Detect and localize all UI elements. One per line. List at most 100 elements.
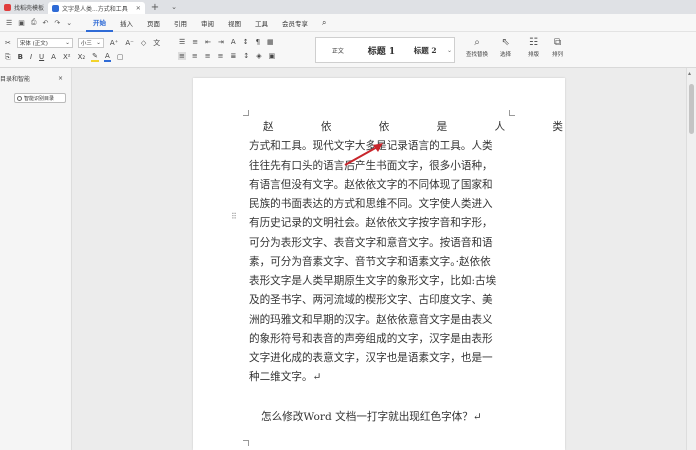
- scroll-up-icon[interactable]: ▴: [688, 70, 691, 77]
- underline-icon[interactable]: U: [38, 53, 45, 61]
- shrink-font-icon[interactable]: A⁻: [124, 39, 134, 47]
- document-icon: [52, 4, 60, 12]
- text-line: 文字进化成的表意文字，汉字也是语素文字，也是一: [249, 352, 493, 364]
- style-heading-2[interactable]: 标题 2: [403, 45, 447, 56]
- text-line: 有历史记录的文明社会。赵依依文字按字音和字形，: [249, 217, 493, 230]
- sort-icon[interactable]: ↕: [242, 38, 250, 46]
- smart-toc-label: 智能识别目录: [24, 95, 55, 102]
- phonetic-icon[interactable]: 文: [152, 38, 161, 48]
- italic-icon[interactable]: I: [29, 53, 33, 61]
- menu-insert[interactable]: 插入: [113, 14, 140, 32]
- title-char: 人: [494, 121, 506, 133]
- distribute-icon[interactable]: ≣: [230, 52, 238, 60]
- table-icon[interactable]: ▦: [266, 38, 275, 46]
- show-marks-icon[interactable]: ¶: [255, 38, 261, 46]
- ribbon-font-row: ✂ 宋体 (正文) ⌄ 小三 ⌄ A⁺ A⁻ ◇ 文: [4, 38, 161, 48]
- navigation-panel: 目录和智能 × 智能识别目录: [0, 68, 72, 450]
- text-line: 民族的书面表达的方式和思维不同。文字使人类进入: [249, 198, 493, 210]
- document-title-line: 赵 依 依 是 人 类: [263, 118, 563, 137]
- paste-icon[interactable]: ⎘: [4, 53, 12, 62]
- decrease-indent-icon[interactable]: ⇤: [204, 38, 212, 46]
- char-border-icon[interactable]: ▢: [116, 53, 125, 61]
- font-name-select[interactable]: 宋体 (正文) ⌄: [16, 38, 73, 48]
- search-icon[interactable]: ⌕: [315, 14, 333, 32]
- clear-format-icon[interactable]: ◇: [140, 39, 147, 47]
- redo-icon[interactable]: ↷: [54, 19, 60, 27]
- text-line: 可分为表形文字、表音文字和意音文字。按语音和语: [249, 236, 493, 249]
- margin-mark-top-left: [243, 110, 249, 116]
- justify-icon[interactable]: ≡: [217, 52, 225, 60]
- tab-template[interactable]: 找稻壳模板: [0, 1, 48, 13]
- numbered-list-icon[interactable]: ≡: [191, 38, 199, 46]
- undo-icon[interactable]: ↶: [43, 19, 49, 27]
- arrow-shaft: [344, 145, 380, 166]
- smart-toc-button[interactable]: 智能识别目录: [14, 93, 66, 103]
- font-size-select[interactable]: 小三 ⌄: [77, 38, 104, 48]
- style-heading-1[interactable]: 标题 1: [360, 44, 404, 57]
- text-line: 的象形符号和表音的声旁组成的文字，汉字是由表形: [249, 332, 493, 345]
- document-page[interactable]: ⠿ 赵 依 依 是 人 类 方式和工具。现代文字大多是记录语言的工具。人类 往往…: [193, 78, 565, 450]
- paragraph-drag-handle-icon[interactable]: ⠿: [231, 212, 237, 221]
- highlight-icon[interactable]: ✎: [91, 52, 100, 62]
- tab-dropdown-icon[interactable]: ⌄: [165, 3, 183, 11]
- close-icon[interactable]: ×: [58, 75, 63, 82]
- subscript-icon[interactable]: X₂: [77, 53, 87, 61]
- chinese-layout-icon[interactable]: A: [230, 38, 237, 46]
- layout-icon: ☷: [529, 37, 538, 48]
- strikethrough-icon[interactable]: A: [50, 53, 57, 61]
- menu-home[interactable]: 开始: [86, 14, 113, 32]
- ribbon-align-row: ≡ ≡ ≡ ≡ ≣ ↕ ◈ ▣: [178, 52, 276, 60]
- text-line: 素，可分为音素文字、音节文字和语素文字。·赵依依: [249, 255, 491, 268]
- style-gallery-more-icon[interactable]: ⌄: [447, 47, 454, 54]
- bold-icon[interactable]: B: [17, 53, 24, 61]
- menu-icon[interactable]: ☰: [6, 19, 12, 27]
- menu-review[interactable]: 审阅: [194, 14, 221, 32]
- text-line: 表形文字是人类早期原生文字的象形文字，比如:古埃: [249, 275, 497, 287]
- new-tab-button[interactable]: +: [145, 2, 165, 13]
- title-char: 依: [378, 121, 390, 133]
- more-icon[interactable]: ⌄: [66, 19, 72, 27]
- ribbon-paragraph-row: ☰ ≡ ⇤ ⇥ A ↕ ¶ ▦: [178, 38, 275, 46]
- tab-template-label: 找稻壳模板: [14, 4, 45, 12]
- select-button[interactable]: ⇖ 选择: [500, 36, 511, 58]
- scrollbar-thumb[interactable]: [689, 84, 694, 134]
- print-icon[interactable]: ⎙: [31, 18, 37, 27]
- increase-indent-icon[interactable]: ⇥: [217, 38, 225, 46]
- menu-member[interactable]: 会员专享: [275, 14, 315, 32]
- ribbon-format-row: ⎘ B I U A X² X₂ ✎ A ▢: [4, 52, 124, 62]
- margin-mark-bottom-left: [243, 440, 249, 446]
- menu-tools[interactable]: 工具: [248, 14, 275, 32]
- shading-icon[interactable]: ◈: [255, 52, 262, 60]
- border-icon[interactable]: ▣: [268, 52, 277, 60]
- save-icon[interactable]: ▣: [18, 19, 25, 27]
- menu-view[interactable]: 视图: [221, 14, 248, 32]
- wps-logo-icon: [4, 3, 11, 11]
- font-color-icon[interactable]: A: [104, 52, 111, 62]
- layout-button[interactable]: ☷ 排版: [528, 36, 539, 58]
- vertical-scrollbar[interactable]: ▴: [686, 68, 696, 450]
- chevron-down-icon: ⌄: [96, 40, 101, 46]
- align-center-icon[interactable]: ≡: [191, 52, 199, 60]
- find-replace-button[interactable]: ⌕ 查找替换: [466, 36, 488, 58]
- red-arrow-annotation: [344, 143, 383, 166]
- tab-bar: 找稻壳模板 文字是人类...方式和工具 ✕ + ⌄: [0, 0, 696, 14]
- search-icon: ⌕: [474, 37, 480, 48]
- cursor-icon: ⇖: [501, 37, 510, 48]
- menu-page[interactable]: 页面: [140, 14, 167, 32]
- layout-label: 排版: [528, 52, 540, 58]
- menu-reference[interactable]: 引用: [167, 14, 194, 32]
- superscript-icon[interactable]: X²: [62, 53, 72, 61]
- style-normal[interactable]: 正文: [316, 46, 360, 55]
- text-line: 有语言但没有文字。赵依依文字的不同体现了国家和: [249, 178, 493, 191]
- align-left-icon[interactable]: ≡: [178, 52, 186, 60]
- line-spacing-icon[interactable]: ↕: [242, 52, 250, 60]
- font-size-value: 小三: [80, 41, 92, 47]
- tab-document[interactable]: 文字是人类...方式和工具 ✕: [48, 2, 145, 14]
- format-painter-icon[interactable]: ✂: [4, 39, 12, 47]
- arrange-button[interactable]: ⧉ 排列: [552, 36, 563, 58]
- align-right-icon[interactable]: ≡: [204, 52, 212, 60]
- grow-font-icon[interactable]: A⁺: [109, 39, 119, 47]
- text-line: 洲的玛雅文和早期的汉字。赵依依意音文字是由表义: [249, 313, 493, 326]
- close-tab-icon[interactable]: ✕: [136, 5, 141, 12]
- bullet-list-icon[interactable]: ☰: [178, 38, 186, 46]
